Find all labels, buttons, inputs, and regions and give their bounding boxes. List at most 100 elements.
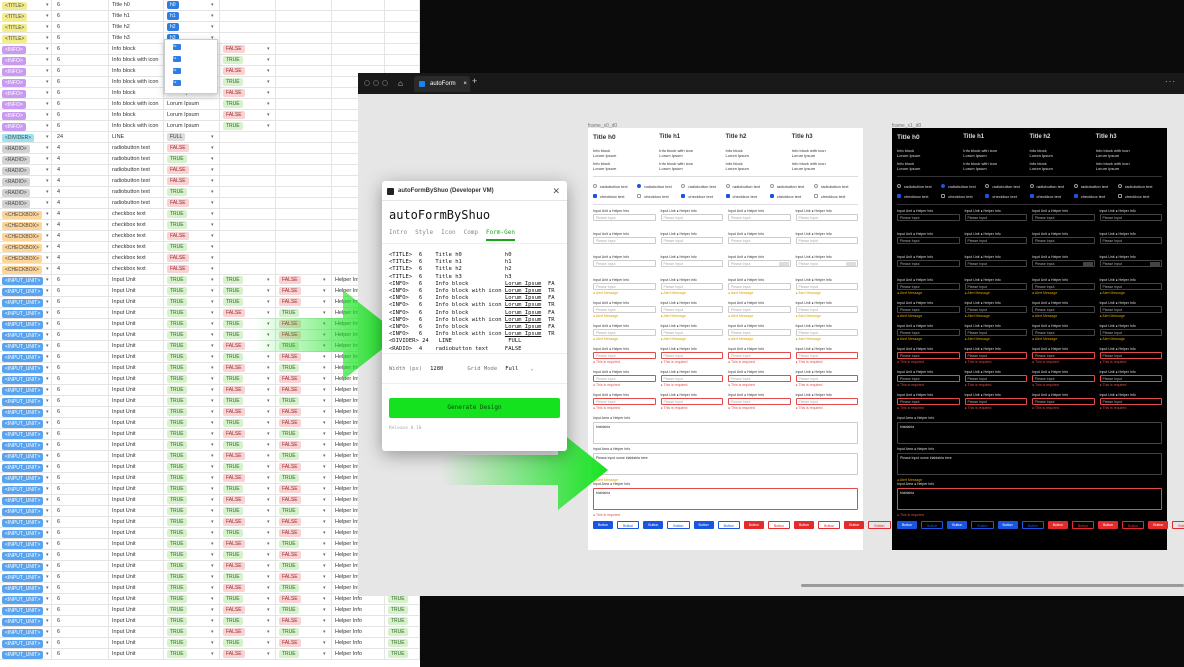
input-field[interactable]: Please Input bbox=[1032, 283, 1095, 290]
cell-tag[interactable]: <INPUT_UNIT> ▾ bbox=[0, 297, 52, 307]
cell-flag[interactable]: FALSE▾ bbox=[221, 473, 276, 483]
input-unit[interactable]: Input Unit ● Helper Info Please Input ● Al… bbox=[964, 278, 1027, 298]
input-field[interactable]: Please Input bbox=[660, 260, 723, 267]
chevron-down-icon[interactable]: ⌄ bbox=[530, 366, 533, 372]
cell-extra[interactable]: TRUE bbox=[386, 627, 420, 637]
cell-flag2[interactable] bbox=[277, 198, 332, 208]
cell-value[interactable]: h2 ▾ bbox=[165, 22, 220, 32]
chevron-down-icon[interactable]: ▾ bbox=[211, 451, 214, 461]
cell-flag[interactable] bbox=[221, 22, 276, 32]
table-row[interactable]: <INPUT_UNIT>▾6Input UnitTRUE▾FALSE▾TRUE▾… bbox=[0, 583, 420, 594]
chevron-down-icon[interactable]: ▾ bbox=[211, 176, 214, 186]
cell-tag[interactable]: <RADIO> ▾ bbox=[0, 198, 52, 208]
cell-flag[interactable]: TRUE▾ bbox=[221, 440, 276, 450]
cell-value[interactable]: TRUE ▾ bbox=[165, 440, 220, 450]
table-row[interactable]: <RADIO> ▾ 4 radiobutton text FALSE ▾ bbox=[0, 198, 420, 209]
chevron-down-icon[interactable]: ▾ bbox=[211, 330, 214, 340]
chevron-down-icon[interactable]: ▾ bbox=[267, 275, 270, 285]
input-unit[interactable]: Input Unit ● Helper Info Please Input ● Th… bbox=[897, 393, 960, 413]
input-field[interactable]: Please Input bbox=[1099, 283, 1162, 290]
cell-flag2[interactable]: FALSE▾ bbox=[277, 594, 332, 604]
input-unit[interactable]: Input Unit ● Helper Info Please Input ● Th… bbox=[1032, 370, 1095, 390]
cell-flag[interactable] bbox=[221, 220, 276, 230]
input-unit[interactable]: Input Unit ● Helper Info Please Input bbox=[964, 255, 1027, 275]
input-field[interactable]: Please Input bbox=[728, 260, 791, 267]
table-row[interactable]: <INPUT_UNIT>▾6Input UnitTRUE▾TRUE▾FALSE▾… bbox=[0, 528, 420, 539]
cell-value[interactable]: TRUE ▾ bbox=[165, 495, 220, 505]
cell-value[interactable]: Lorum Ipsum bbox=[165, 121, 220, 131]
cell-flag2[interactable] bbox=[277, 143, 332, 153]
button[interactable]: Button bbox=[1071, 521, 1094, 529]
cell-flag2[interactable]: TRUE▾ bbox=[277, 429, 332, 439]
chevron-down-icon[interactable]: ▾ bbox=[211, 484, 214, 494]
chevron-down-icon[interactable]: ▾ bbox=[46, 297, 49, 307]
chevron-down-icon[interactable]: ▾ bbox=[323, 440, 326, 450]
cell-tag[interactable]: <INFO> ▾ bbox=[0, 55, 52, 65]
checkbox[interactable]: checkbox text bbox=[897, 194, 941, 199]
chevron-down-icon[interactable]: ▾ bbox=[211, 319, 214, 329]
generate-design-button[interactable]: Generate Design bbox=[389, 398, 560, 418]
input-unit[interactable]: Input Unit ● Helper Info Please Input ● Al… bbox=[1032, 324, 1095, 344]
cell-value[interactable]: TRUE ▾ bbox=[165, 374, 220, 384]
table-row[interactable]: <INPUT_UNIT> ▾ 6 Input Unit TRUE ▾ FALSE ▾ FALSE… bbox=[0, 517, 420, 528]
cell-tag[interactable]: <CHECKBOX> ▾ bbox=[0, 253, 52, 263]
input-field[interactable]: Please Input bbox=[728, 237, 791, 244]
chevron-down-icon[interactable]: ▾ bbox=[46, 275, 49, 285]
input-unit[interactable]: Input Unit ● Helper Info Please Input ● Th… bbox=[964, 347, 1027, 367]
tab-form-gen[interactable]: Form-Gen bbox=[486, 229, 515, 241]
button[interactable]: Button bbox=[1098, 521, 1119, 529]
input-field[interactable]: Please Input bbox=[1099, 375, 1162, 382]
cell-flag2[interactable] bbox=[277, 121, 332, 131]
chevron-down-icon[interactable]: ▾ bbox=[267, 484, 270, 494]
chevron-down-icon[interactable]: ▾ bbox=[323, 550, 326, 560]
input-field[interactable]: Please Input bbox=[897, 283, 960, 290]
input-field[interactable]: Please Input bbox=[795, 329, 858, 336]
input-field[interactable]: Please Input bbox=[728, 283, 791, 290]
button[interactable]: Button bbox=[818, 521, 841, 529]
chevron-down-icon[interactable]: ▾ bbox=[211, 429, 214, 439]
input-field[interactable]: Please Input bbox=[795, 283, 858, 290]
cell-flag2[interactable]: FALSE▾ bbox=[277, 616, 332, 626]
textarea[interactable]: blablabla bbox=[897, 422, 1162, 444]
cell-flag2[interactable]: FALSE▾ bbox=[277, 484, 332, 494]
input-field[interactable]: Please Input bbox=[795, 306, 858, 313]
chevron-down-icon[interactable]: ▾ bbox=[46, 66, 49, 76]
input-field[interactable]: Please Input bbox=[728, 329, 791, 336]
cell-flag[interactable]: TRUE▾ bbox=[221, 638, 276, 648]
input-unit[interactable]: Input Unit ● Helper Info Please Input ● Al… bbox=[593, 278, 656, 298]
cell-flag2[interactable]: TRUE▾ bbox=[277, 506, 332, 516]
button[interactable]: Button bbox=[1122, 521, 1145, 529]
input-unit[interactable]: Input Unit ● Helper Info Please Input ● Al… bbox=[1032, 301, 1095, 321]
cell-tag[interactable]: <INPUT_UNIT> ▾ bbox=[0, 473, 52, 483]
table-row[interactable]: <INPUT_UNIT>▾6Input UnitTRUE▾FALSE▾TRUE▾… bbox=[0, 429, 420, 440]
chevron-down-icon[interactable]: ▾ bbox=[267, 473, 270, 483]
cell-value[interactable]: TRUE ▾ bbox=[165, 187, 220, 197]
cell-value[interactable]: TRUE ▾ bbox=[165, 572, 220, 582]
cell-value[interactable]: FALSE ▾ bbox=[165, 198, 220, 208]
button[interactable]: Button bbox=[717, 521, 740, 529]
chevron-down-icon[interactable]: ▾ bbox=[267, 396, 270, 406]
chevron-down-icon[interactable]: ▾ bbox=[46, 495, 49, 505]
cell-tag[interactable]: <CHECKBOX> ▾ bbox=[0, 209, 52, 219]
input-field[interactable]: Please Input bbox=[593, 352, 656, 359]
horizontal-scrollbar[interactable] bbox=[801, 584, 1184, 587]
input-unit[interactable]: Input Unit ● Helper Info Please Input bbox=[1099, 232, 1162, 252]
cell-tag[interactable]: <TITLE> ▾ bbox=[0, 22, 52, 32]
chevron-down-icon[interactable]: ▾ bbox=[211, 627, 214, 637]
table-row[interactable]: <INFO> ▾ 6 Info block with icon Lorum Ipsum T… bbox=[0, 121, 420, 132]
input-unit[interactable]: Input Unit ● Helper Info Please Input bbox=[1032, 209, 1095, 229]
chevron-down-icon[interactable]: ▾ bbox=[46, 165, 49, 175]
chevron-down-icon[interactable]: ▾ bbox=[267, 418, 270, 428]
cell-tag[interactable]: <INFO> ▾ bbox=[0, 77, 52, 87]
input-unit[interactable]: Input Unit ● Helper Info Please Input bbox=[1032, 232, 1095, 252]
chevron-down-icon[interactable]: ▾ bbox=[46, 451, 49, 461]
input-unit[interactable]: Input Unit ● Helper Info Please Input ● Th… bbox=[593, 393, 656, 413]
table-row[interactable]: <INPUT_UNIT>▾6Input UnitTRUE▾TRUE▾FALSE▾… bbox=[0, 275, 420, 286]
cell-flag[interactable] bbox=[221, 33, 276, 43]
chevron-down-icon[interactable]: ▾ bbox=[323, 462, 326, 472]
chevron-down-icon[interactable]: ▾ bbox=[211, 517, 214, 527]
chevron-down-icon[interactable]: ▾ bbox=[46, 143, 49, 153]
chevron-down-icon[interactable]: ▾ bbox=[211, 22, 214, 32]
chevron-down-icon[interactable]: ▾ bbox=[211, 198, 214, 208]
cell-flag2[interactable] bbox=[277, 55, 332, 65]
